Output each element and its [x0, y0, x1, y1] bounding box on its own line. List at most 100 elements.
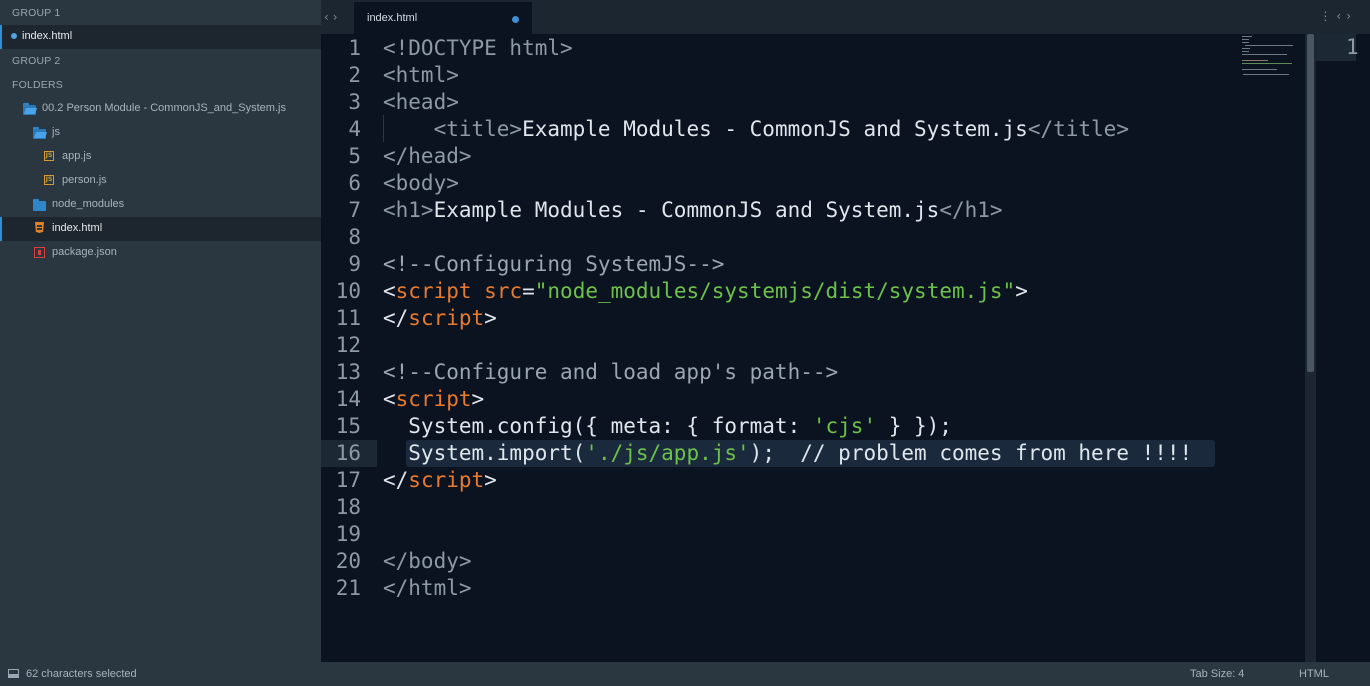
code-token: "node_modules/systemjs/dist/system.js" — [534, 279, 1016, 303]
code-text: </body> — [383, 548, 472, 575]
code-token: </head> — [383, 144, 472, 168]
scrollbar-thumb[interactable] — [1307, 34, 1314, 372]
code-text: <h1>Example Modules - CommonJS and Syste… — [383, 197, 1003, 224]
folders-label: FOLDERS — [12, 79, 63, 91]
folder-open-icon — [23, 103, 37, 115]
second-editor-pane[interactable]: 1 — [1316, 34, 1370, 662]
line-number: 10 — [335, 279, 361, 303]
person-js-label: person.js — [62, 174, 107, 186]
line-number: 1 — [348, 36, 361, 60]
tree-item-person-js[interactable]: JS person.js — [0, 169, 321, 193]
line-number: 18 — [335, 495, 361, 519]
code-line[interactable]: 9 <!--Configuring SystemJS--> — [321, 251, 1305, 278]
code-token: System.config({ meta: { format: — [383, 414, 813, 438]
code-text: <html> — [383, 62, 459, 89]
syntax-selector[interactable]: HTML — [1299, 668, 1329, 680]
folders-heading: FOLDERS — [0, 74, 321, 98]
code-text: </script> — [383, 467, 497, 494]
code-line[interactable]: 2 <html> — [321, 62, 1305, 89]
code-line[interactable]: 17 </script> — [321, 467, 1305, 494]
code-line[interactable]: 19 — [321, 521, 1305, 548]
tab-index-html[interactable]: index.html — [354, 2, 532, 34]
tree-item-index-html[interactable]: index.html — [0, 217, 321, 241]
line-number: 6 — [348, 171, 361, 195]
line-number: 5 — [348, 144, 361, 168]
code-line[interactable]: 14 <script> — [321, 386, 1305, 413]
selection-status: 62 characters selected — [26, 668, 137, 680]
line-number: 2 — [348, 63, 361, 87]
code-line[interactable]: 13 <!--Configure and load app's path--> — [321, 359, 1305, 386]
code-token: < — [383, 279, 396, 303]
code-line[interactable]: 4 <title>Example Modules - CommonJS and … — [321, 116, 1305, 143]
pane-tools-icon[interactable]: ⋮‹› — [1319, 9, 1356, 23]
group-2-label: GROUP 2 — [12, 55, 61, 67]
js-file-icon: JS — [44, 175, 54, 185]
tab-nav-arrows-icon[interactable]: ‹› — [324, 10, 342, 24]
line-number: 7 — [348, 198, 361, 222]
code-text: <!--Configure and load app's path--> — [383, 359, 838, 386]
code-line[interactable]: 8 — [321, 224, 1305, 251]
code-line[interactable]: 1 <!DOCTYPE html> — [321, 35, 1305, 62]
tree-item-package-json[interactable]: package.json — [0, 241, 321, 265]
code-token: src — [484, 279, 523, 303]
code-line[interactable]: 20 </body> — [321, 548, 1305, 575]
code-line[interactable]: 15 System.config({ meta: { format: 'cjs'… — [321, 413, 1305, 440]
code-editor[interactable]: 1 <!DOCTYPE html> 2 <html> 3 <head> 4 <title>E… — [321, 34, 1305, 662]
tab-label: index.html — [367, 12, 418, 24]
tree-item-js-folder[interactable]: js — [0, 121, 321, 145]
panel-toggle-icon[interactable] — [8, 669, 19, 678]
code-token: <!--Configure and load app's path--> — [383, 360, 839, 384]
code-line[interactable]: 3 <head> — [321, 89, 1305, 116]
code-token: </h1> — [939, 198, 1003, 222]
code-token: > — [484, 468, 497, 492]
code-line[interactable]: 6 <body> — [321, 170, 1305, 197]
html5-file-icon — [35, 222, 44, 233]
line-number: 9 — [348, 252, 361, 276]
tab-size-selector[interactable]: Tab Size: 4 — [1190, 668, 1244, 680]
code-text: <script> — [383, 386, 484, 413]
code-line[interactable]: 16 System.import('./js/app.js'); // prob… — [321, 440, 1305, 467]
code-line[interactable]: 12 — [321, 332, 1305, 359]
tree-item-app-js[interactable]: JS app.js — [0, 145, 321, 169]
code-line[interactable]: 11 </script> — [321, 305, 1305, 332]
code-token: </html> — [383, 576, 472, 600]
code-token: <head> — [383, 90, 459, 114]
open-file-index-html[interactable]: index.html — [0, 25, 321, 49]
minimap[interactable] — [1240, 36, 1300, 76]
code-text: <script src="node_modules/systemjs/dist/… — [383, 278, 1028, 305]
code-text: <body> — [383, 170, 459, 197]
code-token: Example Modules - CommonJS and System.js — [522, 117, 1028, 141]
code-token: = — [522, 279, 535, 303]
code-token: script — [408, 468, 485, 492]
line-number: 17 — [335, 468, 361, 492]
code-line[interactable]: 21 </html> — [321, 575, 1305, 602]
line-number: 20 — [335, 549, 361, 573]
tree-item-node-modules[interactable]: node_modules — [0, 193, 321, 217]
code-line[interactable]: 10 <script src="node_modules/systemjs/dis… — [321, 278, 1305, 305]
code-token: <title> — [383, 117, 523, 141]
group-1-label: GROUP 1 — [12, 7, 61, 19]
vertical-scrollbar[interactable] — [1305, 34, 1316, 662]
code-token: > — [471, 387, 485, 411]
code-token: <h1> — [383, 198, 434, 222]
code-line[interactable]: 5 </head> — [321, 143, 1305, 170]
index-html-label: index.html — [52, 222, 103, 234]
sidebar: GROUP 1 index.html GROUP 2 FOLDERS 00.2 … — [0, 0, 321, 662]
code-line[interactable]: 18 — [321, 494, 1305, 521]
code-token: <html> — [383, 63, 459, 87]
code-text: <title>Example Modules - CommonJS and Sy… — [383, 116, 1129, 143]
unsaved-dot-icon[interactable] — [512, 16, 519, 23]
line-number: 16 — [335, 441, 361, 465]
code-token: Example Modules - CommonJS and System.js — [433, 198, 940, 222]
line-number: 8 — [348, 225, 361, 249]
group-2-heading: GROUP 2 — [0, 50, 321, 74]
code-line[interactable]: 7 <h1>Example Modules - CommonJS and Syst… — [321, 197, 1305, 224]
code-token: < — [383, 387, 396, 411]
line-number: 15 — [335, 414, 361, 438]
tree-item-root-folder[interactable]: 00.2 Person Module - CommonJS_and_System… — [0, 97, 321, 121]
code-text: </html> — [383, 575, 472, 602]
npm-package-icon — [34, 247, 45, 258]
code-token: </body> — [383, 549, 472, 573]
js-folder-label: js — [52, 126, 60, 138]
